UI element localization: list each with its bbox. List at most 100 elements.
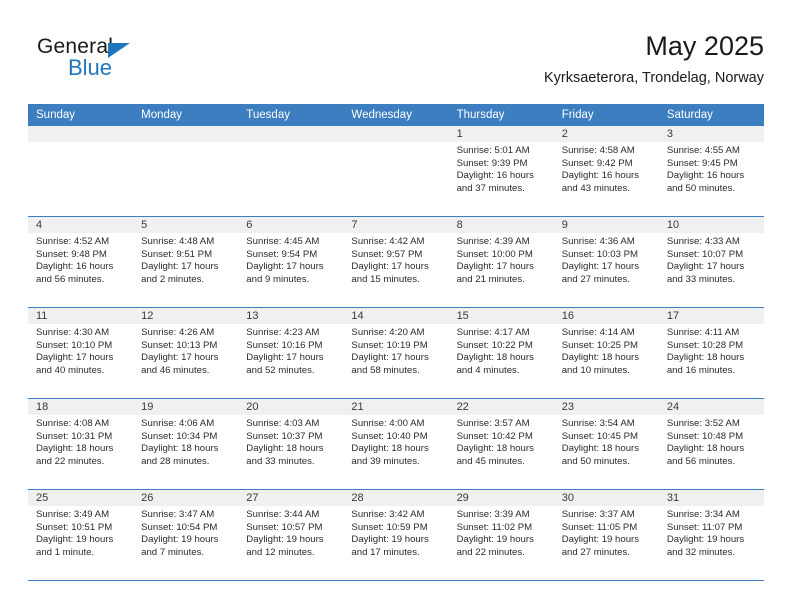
day-cell-inner: 6 Sunrise: 4:45 AM Sunset: 9:54 PM Daylight… [238,217,344,307]
calendar-day-cell[interactable]: 22 Sunrise: 3:57 AM Sunset: 10:42 PM Daylig… [448,398,554,490]
weekday-header-monday: Monday [133,104,239,126]
day-number: 15 [448,308,554,324]
general-blue-logo[interactable]: General Blue [37,35,167,91]
calendar-day-cell[interactable]: 12 Sunrise: 4:26 AM Sunset: 10:13 PM Daylig… [133,307,239,399]
sunset-time: Sunset: 10:34 PM [141,430,218,442]
day-cell-inner: 3 Sunrise: 4:55 AM Sunset: 9:45 PM Daylight… [658,126,764,216]
day-sun-info: Sunrise: 4:14 AM Sunset: 10:25 PM Daylight… [554,324,659,377]
calendar-day-cell[interactable]: 1 Sunrise: 5:01 AM Sunset: 9:39 PM Daylight… [448,126,554,217]
day-cell-inner [28,126,134,216]
daylight-duration-line2: and 17 minutes. [351,546,420,558]
calendar-day-cell[interactable]: 15 Sunrise: 4:17 AM Sunset: 10:22 PM Daylig… [448,307,554,399]
day-number: 27 [238,490,344,506]
calendar-day-cell[interactable]: 23 Sunrise: 3:54 AM Sunset: 10:45 PM Daylig… [553,398,659,490]
day-number: 2 [553,126,659,142]
calendar-day-cell[interactable]: 7 Sunrise: 4:42 AM Sunset: 9:57 PM Daylight… [343,216,449,308]
day-sun-info: Sunrise: 4:36 AM Sunset: 10:03 PM Daylight… [554,233,659,286]
day-cell-inner: 30 Sunrise: 3:37 AM Sunset: 11:05 PM Daylig… [553,490,659,580]
calendar-day-cell[interactable]: 9 Sunrise: 4:36 AM Sunset: 10:03 PM Dayligh… [553,216,659,308]
sunset-time: Sunset: 10:37 PM [246,430,323,442]
daylight-duration-line1: Daylight: 19 hours [561,534,640,546]
calendar-day-cell[interactable]: 17 Sunrise: 4:11 AM Sunset: 10:28 PM Daylig… [658,307,764,399]
calendar-day-cell[interactable]: 29 Sunrise: 3:39 AM Sunset: 11:02 PM Daylig… [448,489,554,581]
calendar-day-cell[interactable]: 20 Sunrise: 4:03 AM Sunset: 10:37 PM Daylig… [238,398,344,490]
calendar-day-cell[interactable]: 2 Sunrise: 4:58 AM Sunset: 9:42 PM Daylight… [553,126,659,217]
sunset-time: Sunset: 9:45 PM [666,157,738,169]
daylight-duration-line1: Daylight: 18 hours [246,443,324,455]
weekday-header-thursday: Thursday [448,104,554,126]
day-number: 20 [238,399,344,415]
sunrise-time: Sunrise: 4:08 AM [36,418,110,429]
daylight-duration-line2: and 33 minutes. [666,273,736,285]
sunset-time: Sunset: 10:51 PM [36,521,113,533]
sunrise-time: Sunrise: 3:57 AM [456,418,530,429]
day-number: 18 [28,399,134,415]
calendar-day-cell[interactable]: 8 Sunrise: 4:39 AM Sunset: 10:00 PM Dayligh… [448,216,554,308]
calendar-day-cell[interactable]: 11 Sunrise: 4:30 AM Sunset: 10:10 PM Daylig… [28,307,134,399]
day-sun-info: Sunrise: 4:58 AM Sunset: 9:42 PM Daylight:… [554,142,659,195]
daylight-duration-line1: Daylight: 17 hours [561,261,640,273]
calendar-day-cell[interactable]: 18 Sunrise: 4:08 AM Sunset: 10:31 PM Daylig… [28,398,134,490]
calendar-day-cell[interactable]: 24 Sunrise: 3:52 AM Sunset: 10:48 PM Daylig… [658,398,764,490]
page-subtitle: Kyrksaeterora, Trondelag, Norway [543,70,764,86]
calendar-day-cell[interactable]: 5 Sunrise: 4:48 AM Sunset: 9:51 PM Daylight… [133,216,239,308]
day-number: 6 [238,217,344,233]
day-sun-info: Sunrise: 3:44 AM Sunset: 10:57 PM Daylight… [238,506,343,559]
calendar-day-cell[interactable]: 14 Sunrise: 4:20 AM Sunset: 10:19 PM Daylig… [343,307,449,399]
day-cell-inner: 19 Sunrise: 4:06 AM Sunset: 10:34 PM Daylig… [133,399,239,489]
sunrise-time: Sunrise: 3:42 AM [351,509,425,520]
daylight-duration-line1: Daylight: 18 hours [141,443,219,455]
calendar-day-cell[interactable]: 10 Sunrise: 4:33 AM Sunset: 10:07 PM Daylig… [658,216,764,308]
sunset-time: Sunset: 10:10 PM [36,339,113,351]
day-cell-inner [133,126,239,216]
sunset-time: Sunset: 10:22 PM [456,339,533,351]
calendar-day-cell[interactable]: 26 Sunrise: 3:47 AM Sunset: 10:54 PM Daylig… [133,489,239,581]
day-cell-inner [343,126,449,216]
day-number: 14 [343,308,449,324]
day-cell-inner: 11 Sunrise: 4:30 AM Sunset: 10:10 PM Daylig… [28,308,134,398]
calendar-day-cell[interactable]: 28 Sunrise: 3:42 AM Sunset: 10:59 PM Daylig… [343,489,449,581]
calendar-day-cell[interactable]: 16 Sunrise: 4:14 AM Sunset: 10:25 PM Daylig… [553,307,659,399]
calendar-day-cell[interactable]: 13 Sunrise: 4:23 AM Sunset: 10:16 PM Daylig… [238,307,344,399]
calendar-day-cell[interactable]: 30 Sunrise: 3:37 AM Sunset: 11:05 PM Daylig… [553,489,659,581]
day-number: 30 [553,490,659,506]
calendar-day-cell[interactable]: 6 Sunrise: 4:45 AM Sunset: 9:54 PM Daylight… [238,216,344,308]
daylight-duration-line2: and 4 minutes. [456,364,520,376]
daylight-duration-line2: and 9 minutes. [246,273,310,285]
calendar-day-cell[interactable]: 19 Sunrise: 4:06 AM Sunset: 10:34 PM Daylig… [133,398,239,490]
calendar-day-cell[interactable]: 27 Sunrise: 3:44 AM Sunset: 10:57 PM Daylig… [238,489,344,581]
calendar-day-cell[interactable]: 4 Sunrise: 4:52 AM Sunset: 9:48 PM Daylight… [28,216,134,308]
daylight-duration-line1: Daylight: 17 hours [141,261,219,273]
daylight-duration-line2: and 22 minutes. [36,455,105,467]
sunrise-time: Sunrise: 3:49 AM [36,509,110,520]
daylight-duration-line2: and 33 minutes. [246,455,315,467]
day-cell-inner: 21 Sunrise: 4:00 AM Sunset: 10:40 PM Daylig… [343,399,449,489]
calendar-day-cell[interactable]: 21 Sunrise: 4:00 AM Sunset: 10:40 PM Daylig… [343,398,449,490]
calendar-day-cell[interactable]: 25 Sunrise: 3:49 AM Sunset: 10:51 PM Daylig… [28,489,134,581]
daylight-duration-line2: and 37 minutes. [456,182,525,194]
daylight-duration-line1: Daylight: 17 hours [351,352,429,364]
daylight-duration-line2: and 46 minutes. [141,364,210,376]
day-cell-inner: 1 Sunrise: 5:01 AM Sunset: 9:39 PM Daylight… [448,126,554,216]
day-sun-info: Sunrise: 4:39 AM Sunset: 10:00 PM Daylight… [449,233,554,286]
day-sun-info: Sunrise: 4:42 AM Sunset: 9:57 PM Daylight:… [343,233,448,286]
day-sun-info: Sunrise: 4:52 AM Sunset: 9:48 PM Daylight:… [28,233,133,286]
day-cell-inner: 27 Sunrise: 3:44 AM Sunset: 10:57 PM Daylig… [238,490,344,580]
sunrise-time: Sunrise: 4:55 AM [666,145,740,156]
weekday-header-wednesday: Wednesday [343,104,449,126]
day-sun-info: Sunrise: 3:49 AM Sunset: 10:51 PM Daylight… [28,506,133,559]
day-sun-info: Sunrise: 3:37 AM Sunset: 11:05 PM Daylight… [554,506,659,559]
daylight-duration-line2: and 21 minutes. [456,273,525,285]
sunset-time: Sunset: 10:03 PM [561,248,638,260]
sunset-time: Sunset: 10:40 PM [351,430,428,442]
sunrise-time: Sunrise: 3:39 AM [456,509,530,520]
sunset-time: Sunset: 10:28 PM [666,339,744,351]
day-number: 31 [658,490,764,506]
day-cell-inner: 10 Sunrise: 4:33 AM Sunset: 10:07 PM Daylig… [658,217,764,307]
day-number: 3 [658,126,764,142]
calendar-day-cell[interactable]: 31 Sunrise: 3:34 AM Sunset: 11:07 PM Daylig… [658,489,764,581]
calendar-day-cell[interactable]: 3 Sunrise: 4:55 AM Sunset: 9:45 PM Daylight… [658,126,764,217]
sunset-time: Sunset: 11:07 PM [666,521,743,533]
sunrise-time: Sunrise: 4:00 AM [351,418,425,429]
day-sun-info: Sunrise: 3:52 AM Sunset: 10:48 PM Daylight… [659,415,764,468]
